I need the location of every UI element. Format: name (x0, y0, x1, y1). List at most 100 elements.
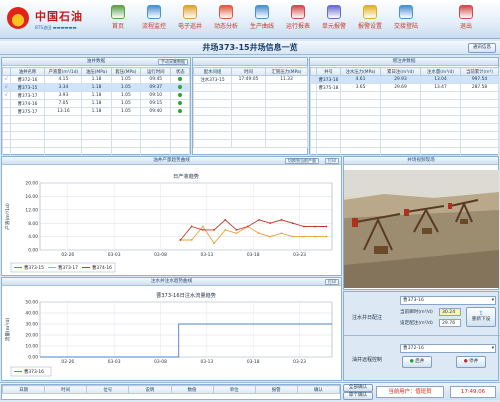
x-tick-label: 03-03 (108, 252, 121, 258)
data-point (269, 235, 272, 238)
data-point (280, 232, 283, 235)
toolbar-label: 动态分析 (213, 23, 238, 30)
column-header: 注水压力(MPa) (340, 67, 381, 76)
chevron-down-icon: ▾ (491, 346, 494, 351)
toolbar-exit-button[interactable]: 退出 (448, 3, 484, 37)
toolbar-patrol-button[interactable]: 电子巡井 (172, 3, 208, 37)
status-ok-icon (178, 84, 183, 89)
start-well-button[interactable]: ● 启井 (402, 356, 432, 368)
table-row[interactable]: 曹375-18 3.65 29.69 13.47 287.58 (310, 83, 499, 92)
legend-label: 曹374-16 (92, 264, 112, 271)
set-value-input[interactable]: 29.76 (439, 319, 461, 327)
data-point (201, 225, 204, 228)
print-button-2[interactable]: 打印 (325, 279, 339, 285)
column-header: 时间 (44, 385, 88, 394)
analysis-icon (219, 5, 233, 19)
table-row[interactable]: 曹374-16 7.05 1.18 1.05 09:15 (2, 99, 190, 108)
table-row[interactable]: 曹373-16 4.61 29.93 13.04 997.54 (310, 75, 499, 84)
toolbar-alarm-settings-button[interactable]: 报警设置 (352, 3, 388, 37)
y-tick-label: 8.00 (28, 221, 38, 227)
toolbar-curve-button[interactable]: 生产曲线 (244, 3, 280, 37)
switch-current-button[interactable]: 切换到当前产量 (285, 158, 319, 164)
reset-button[interactable]: ⇪ 重新下设 (466, 307, 496, 327)
x-tick-label: 03-13 (200, 359, 213, 365)
toolbar-label: 生产曲线 (249, 23, 274, 30)
injection-chart-panel: 注水井注水趋势曲线 打印 曹373-16日注水流量趋势 流量(m³/d) 0.00 1… (1, 277, 342, 381)
table-row[interactable]: √ 曹373-15 3.34 1.18 1.05 09:37 (2, 83, 190, 92)
report-icon (291, 5, 305, 19)
distribution-table: 配水间组 时间 汇管压力(MPa) 注水373-15 17:49:05 11.33 (193, 67, 308, 148)
rate-label: 当前瞬时(m³/d) (400, 310, 433, 315)
table-row[interactable]: 注水373-15 17:49:05 11.33 (193, 75, 308, 84)
stop-well-button[interactable]: ● 停井 (456, 356, 486, 368)
login-icon (399, 5, 413, 19)
data-point (224, 218, 227, 221)
water-panel-title: 增注井数据 (392, 59, 416, 64)
toolbar-report-button[interactable]: 运行报表 (280, 3, 316, 37)
data-point (280, 218, 283, 221)
status-ok-icon (178, 92, 183, 97)
data-point (213, 229, 215, 231)
legend-label: 曹373-17 (58, 264, 78, 271)
column-header: 时间 (231, 67, 266, 76)
manual-collect-button[interactable]: 手动采集数据 (158, 59, 188, 65)
y-tick-label: 30.00 (25, 322, 38, 328)
remote-well-select[interactable]: 曹372-16 ▾ (400, 344, 496, 353)
current-user: 当前用户：值班员 (376, 386, 444, 398)
column-header: 当前累计(m³) (460, 67, 499, 76)
comm-info-button[interactable]: 通讯信息 (468, 43, 496, 53)
x-tick-label: 03-23 (293, 359, 306, 365)
toolbar-flow-button[interactable]: 流程监控 (136, 3, 172, 37)
toolbar-label: 首页 (111, 23, 124, 30)
data-point (246, 225, 249, 228)
column-header: 油井名称 (9, 67, 46, 76)
column-header: 配水间组 (193, 67, 232, 76)
status-ok-icon (178, 108, 183, 113)
table-row[interactable]: √ 曹373-17 3.93 1.18 1.05 09:10 (2, 91, 190, 100)
injection-well-select[interactable]: 曹373-16 ▾ (400, 296, 496, 305)
water-well-table: 井号 注水压力(MPa) 累日注(m³/d) 注水量(m³/d) 当前累计(m³) 曹3… (310, 67, 499, 156)
page-title: 井场373-15井场信息一览 (202, 43, 298, 52)
data-point (303, 225, 305, 228)
data-point (314, 225, 317, 228)
video-panel-title: 井场视频现场 (407, 158, 435, 163)
x-tick-label: 03-08 (154, 252, 167, 258)
home-icon (111, 5, 125, 19)
table-row[interactable]: 曹375-17 13.16 1.18 1.05 09:40 (2, 107, 190, 116)
confirm-single-button[interactable]: 单个确认 (343, 392, 373, 400)
confirm-all-button[interactable]: 全部确认 (343, 384, 373, 392)
column-header: 日期 (1, 385, 46, 394)
column-header: 运行时间 (140, 67, 172, 76)
x-tick-label: 03-03 (108, 359, 121, 365)
column-header: 数值 (170, 385, 214, 394)
injection-trend-chart: 曹373-16日注水流量趋势流量(m³/d) 0.00 10.00 20.00 30.0… (4, 291, 333, 377)
column-header: 注水量(m³/d) (420, 67, 461, 76)
toolbar-label: 流程监控 (141, 23, 166, 30)
pumpjack-scene-image (344, 170, 499, 288)
flow-icon (147, 5, 161, 19)
data-point (213, 242, 215, 245)
data-point (325, 225, 328, 228)
toolbar-home-button[interactable]: 首页 (100, 3, 136, 37)
chevron-down-icon: ▾ (491, 298, 494, 303)
curve-icon (255, 5, 269, 19)
x-tick-label: 03-18 (247, 252, 260, 258)
data-point (190, 239, 193, 241)
toolbar-login-button[interactable]: 交接登陆 (388, 3, 424, 37)
column-header: 井号 (316, 67, 341, 76)
toolbar-analysis-button[interactable]: 动态分析 (208, 3, 244, 37)
logo-subtext: BTS油田 ▬▬▬▬▬▬ (35, 25, 77, 30)
toolbar-alarm-button[interactable]: 单元报警 (316, 3, 352, 37)
x-tick-label: 03-08 (154, 359, 167, 365)
column-header: 汇管压力(MPa) (265, 67, 308, 76)
data-point (269, 222, 272, 225)
column-header: 产液量(m³/1d) (44, 67, 83, 76)
oil-field-video[interactable] (344, 170, 499, 288)
y-tick-label: 16.00 (25, 194, 38, 200)
print-button-1[interactable]: 打印 (325, 158, 339, 164)
data-point (291, 222, 294, 225)
app-header: 中国石油 BTS油田 ▬▬▬▬▬▬ 首页 流程监控 电子巡井 动态分析 生产曲线 运行报表… (0, 0, 500, 39)
table-row[interactable]: √ 曹372-16 4.15 1.18 1.05 09:45 (2, 75, 190, 84)
data-point (190, 225, 193, 228)
status-bar: 日期 时间 位号 说明 数值 单位 报警 确认 全部确认 单个确认 当前用户：值班员 17:4… (0, 382, 500, 400)
